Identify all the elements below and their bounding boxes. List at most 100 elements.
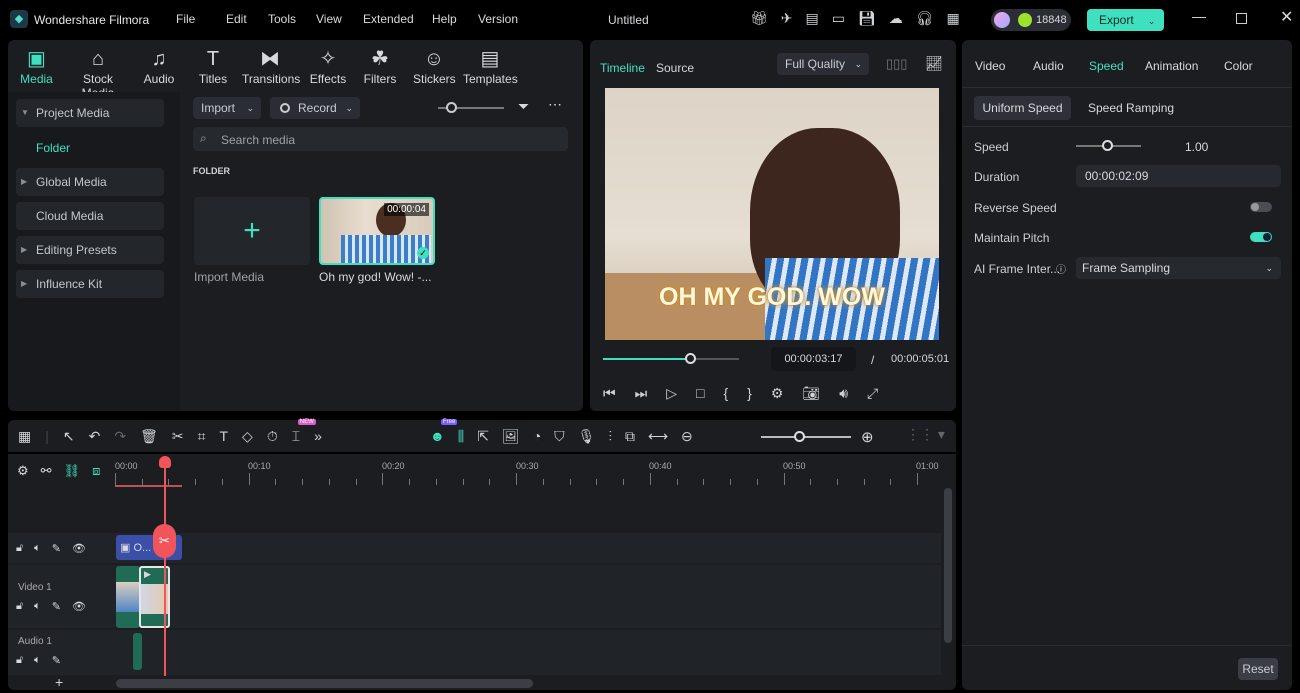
tab-timeline[interactable]: Timeline <box>600 61 645 75</box>
account-credits[interactable]: 18848 <box>991 9 1071 31</box>
tab-media[interactable]: ▣ Media <box>20 46 53 86</box>
vertical-scrollbar[interactable] <box>944 488 952 643</box>
stop-icon[interactable]: □ <box>696 385 704 402</box>
tab-templates[interactable]: ▤ Templates <box>463 46 518 86</box>
eye-icon[interactable]: 👁︎ <box>72 542 86 555</box>
track-options-icon[interactable]: ⋮⋮ ▾ <box>906 426 945 443</box>
mic-icon[interactable]: 🎙︎ <box>578 428 596 445</box>
mark-in-icon[interactable]: { <box>723 385 728 402</box>
volume-icon[interactable]: 🔈︎ <box>34 600 41 613</box>
tab-audio[interactable]: Audio <box>1033 59 1089 73</box>
select-icon[interactable]: ↖ <box>63 428 75 445</box>
more-tools-icon[interactable]: » <box>314 428 322 445</box>
apps-icon[interactable]: ▦ <box>947 10 960 27</box>
undo-icon[interactable]: ↶ <box>89 428 101 445</box>
hide-icon[interactable]: ✎ <box>52 600 61 613</box>
audio-clip[interactable] <box>133 633 142 670</box>
snapshot-icon[interactable]: 📷︎ <box>802 385 820 402</box>
lock-icon[interactable]: 🔓︎ <box>16 654 23 667</box>
pip-icon[interactable]: ⧉ <box>625 428 635 445</box>
scope-icon[interactable]: 📈︎ <box>925 55 943 72</box>
menu-version[interactable]: Version <box>478 12 518 26</box>
next-frame-icon[interactable]: ⏭︎ <box>635 385 648 402</box>
reverse-speed-toggle[interactable] <box>1250 202 1272 212</box>
search-input[interactable]: ⌕ Search media <box>193 127 568 151</box>
filter-icon[interactable]: ⏷ <box>518 98 529 115</box>
play-icon[interactable]: ▷ <box>666 385 677 402</box>
crop-icon[interactable]: ⌗ <box>198 428 206 445</box>
tab-color[interactable]: Color <box>1224 59 1253 73</box>
menu-view[interactable]: View <box>316 12 363 26</box>
playhead[interactable] <box>164 458 166 676</box>
menu-edit[interactable]: Edit <box>226 12 268 26</box>
send-icon[interactable]: ✈︎ <box>781 10 793 27</box>
settings-icon[interactable]: ⚙︎ <box>771 385 784 402</box>
video-clip[interactable] <box>116 566 140 628</box>
close-button[interactable]: ✕ <box>1280 7 1293 27</box>
video-preview[interactable]: OH MY GOD. WOW <box>605 88 939 340</box>
tab-filters[interactable]: ☘ Filters <box>363 46 397 86</box>
gift-icon[interactable]: 🎁︎ <box>750 10 768 27</box>
more-icon[interactable]: ⋯ <box>548 96 562 113</box>
cloud-icon[interactable]: ☁︎ <box>889 10 903 27</box>
headset-icon[interactable]: 🎧︎ <box>916 10 934 27</box>
subtab-uniform-speed[interactable]: Uniform Speed <box>974 96 1071 120</box>
ai-tool-icon[interactable]: ⌶ NEW <box>292 419 316 445</box>
tab-animation[interactable]: Animation <box>1145 59 1224 73</box>
redo-icon[interactable]: ↷ <box>114 428 126 445</box>
sidebar-item-cloud-media[interactable]: Cloud Media <box>16 202 164 230</box>
add-track-icon[interactable]: + <box>55 674 63 690</box>
minimize-button[interactable]: — <box>1192 8 1206 24</box>
tab-source[interactable]: Source <box>656 61 694 75</box>
menu-tools[interactable]: Tools <box>268 12 316 26</box>
tab-stickers[interactable]: ☺ Stickers <box>413 46 456 86</box>
snap-icon[interactable]: ⧈ <box>92 463 100 479</box>
horizontal-scrollbar[interactable] <box>116 679 533 688</box>
subtab-speed-ramping[interactable]: Speed Ramping <box>1088 101 1174 115</box>
menu-extended[interactable]: Extended <box>363 12 432 26</box>
tab-video[interactable]: Video <box>975 59 1033 73</box>
save-icon[interactable]: 💾︎ <box>858 10 876 27</box>
tab-titles[interactable]: T Titles <box>196 46 230 86</box>
text-icon[interactable]: T <box>219 428 228 445</box>
sidebar-item-folder[interactable]: Folder <box>36 141 70 155</box>
zoom-in-icon[interactable]: ⊕ <box>861 428 874 446</box>
volume-icon[interactable]: 🔊︎ <box>839 385 848 402</box>
fullscreen-icon[interactable]: ⤢ <box>867 385 878 402</box>
ai-copilot-icon[interactable]: ☻ Free <box>430 419 458 445</box>
timeline-zoom-slider[interactable] <box>761 431 851 442</box>
speed-icon[interactable]: ◔ <box>533 428 541 445</box>
tab-audio[interactable]: ♫ Audio <box>142 46 176 86</box>
tab-speed[interactable]: Speed <box>1089 59 1145 73</box>
mask-icon[interactable]: ⛉ <box>554 428 565 445</box>
export-clip-icon[interactable]: ⇱ <box>477 428 489 445</box>
menu-help[interactable]: Help <box>432 12 478 26</box>
cut-icon[interactable]: ✂ <box>172 428 184 445</box>
delete-icon[interactable]: 🗑︎ <box>140 428 158 445</box>
duration-input[interactable]: 00:00:02:09 <box>1076 165 1281 187</box>
layout-grid-icon[interactable]: ▦ <box>18 428 31 445</box>
lock-icon[interactable]: 🔓︎ <box>16 542 23 555</box>
hide-icon[interactable]: ✎ <box>52 542 61 555</box>
tab-effects[interactable]: ✧ Effects <box>308 46 348 86</box>
split-icon[interactable]: ⫼ <box>458 428 464 445</box>
hide-icon[interactable]: ✎ <box>52 654 61 667</box>
prev-frame-icon[interactable]: ⏮︎ <box>603 385 616 402</box>
import-button[interactable]: Import ⌄ <box>193 97 261 119</box>
timeline-settings-icon[interactable]: ⚙︎ <box>17 463 29 479</box>
quality-dropdown[interactable]: Full Quality ⌄ <box>777 53 869 75</box>
thumbnail-size-slider[interactable] <box>438 102 504 113</box>
eye-icon[interactable]: 👁︎ <box>72 600 86 613</box>
playhead-handle[interactable] <box>159 456 171 468</box>
import-media-tile[interactable]: + <box>194 197 310 265</box>
ai-frame-dropdown[interactable]: Frame Sampling ⌄ <box>1076 257 1281 279</box>
sidebar-item-global-media[interactable]: ▶ Global Media <box>16 168 164 196</box>
image-icon[interactable]: 🖼︎ <box>502 428 520 445</box>
scissors-icon[interactable]: ✂ <box>153 524 176 558</box>
menu-file[interactable]: File <box>176 12 226 26</box>
fit-icon[interactable]: ⟷ <box>648 428 668 445</box>
zoom-out-icon[interactable]: ⊖ <box>681 428 693 445</box>
playback-progress[interactable] <box>603 353 739 364</box>
media-clip-thumbnail[interactable]: 00:00:04 ✓ <box>319 197 435 265</box>
link-icon[interactable]: ⛓︎ <box>64 463 81 479</box>
